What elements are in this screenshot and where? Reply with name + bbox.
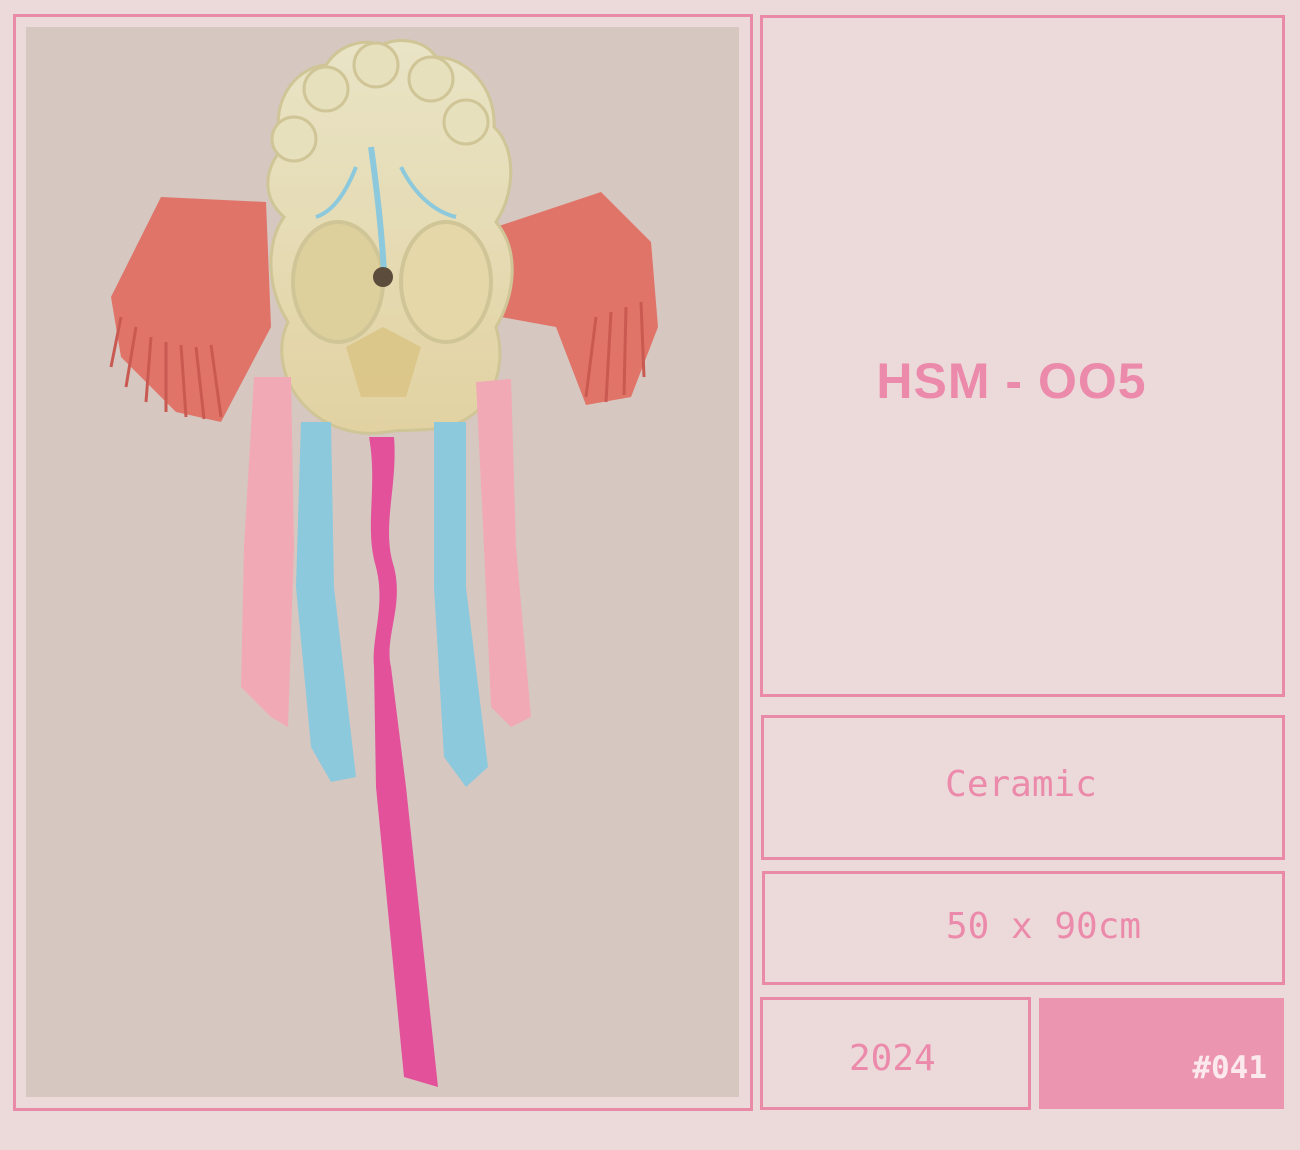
light-pink-strand-left	[241, 377, 294, 727]
dimensions-panel: 50 x 90cm	[762, 871, 1285, 985]
coral-fringe-right	[496, 192, 658, 405]
material-panel: Ceramic	[761, 715, 1285, 860]
artwork-title: HSM - OO5	[876, 353, 1147, 409]
title-panel: HSM - OO5	[760, 15, 1285, 697]
year-panel: 2024	[760, 997, 1031, 1110]
artwork-material: Ceramic	[945, 764, 1097, 805]
artwork-dimensions: 50 x 90cm	[946, 906, 1142, 947]
coral-fringe-left	[109, 197, 271, 422]
light-pink-strand-right	[476, 379, 531, 727]
artwork-photo	[26, 27, 739, 1097]
catalog-number-badge: #041	[1039, 998, 1284, 1109]
artwork-illustration	[109, 39, 658, 1087]
catalog-number: #041	[1192, 1050, 1267, 1086]
ceramic-mask	[266, 39, 514, 435]
blue-strand-left	[296, 422, 356, 782]
artwork-year: 2024	[849, 1038, 936, 1079]
magenta-tassel	[369, 437, 438, 1087]
blue-strand-right	[434, 422, 488, 787]
